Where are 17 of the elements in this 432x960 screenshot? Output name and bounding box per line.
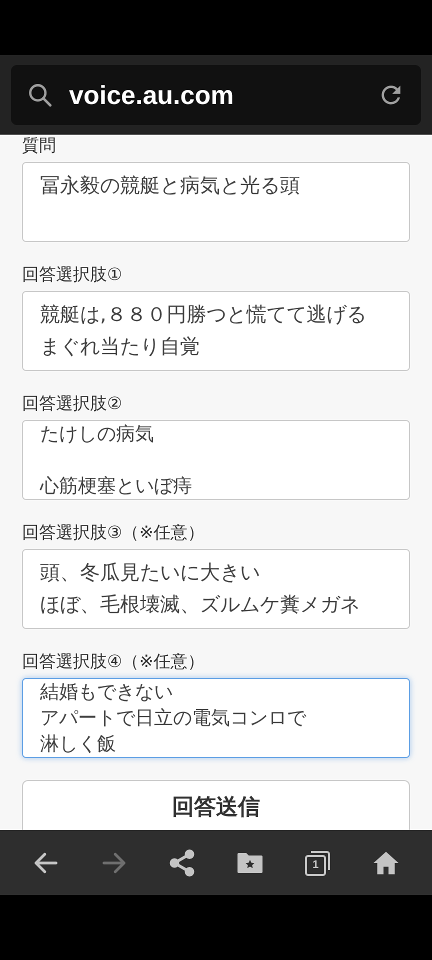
- field-label: 回答選択肢①: [22, 264, 124, 286]
- share-icon: [167, 848, 197, 878]
- field-label: 回答選択肢③（※任意）: [22, 522, 206, 544]
- text-area[interactable]: 頭、冬瓜見たいに大きい ほぼ、毛根壊滅、ズルムケ糞メガネ: [22, 549, 410, 629]
- field-label: 回答選択肢②: [22, 393, 124, 415]
- text-area[interactable]: たけしの病気 心筋梗塞といぼ痔: [22, 420, 410, 500]
- search-icon: [27, 82, 53, 108]
- text-area[interactable]: 競艇は,８８０円勝つと慌てて逃げる まぐれ当たり自覚: [22, 291, 410, 371]
- url-text: voice.au.com: [69, 80, 235, 110]
- submit-button[interactable]: 回答送信: [22, 780, 410, 830]
- text-area[interactable]: 冨永毅の競艇と病気と光る頭: [22, 162, 410, 242]
- field-label: 回答選択肢④（※任意）: [22, 651, 206, 673]
- field-label: 質問: [22, 135, 57, 157]
- tab-count: 1: [311, 858, 320, 872]
- tabs-button[interactable]: 1: [299, 844, 337, 882]
- text-area[interactable]: 結婚もできない アパートで日立の電気コンロで 淋しく飯: [22, 678, 410, 758]
- address-bar[interactable]: voice.au.com: [11, 65, 421, 125]
